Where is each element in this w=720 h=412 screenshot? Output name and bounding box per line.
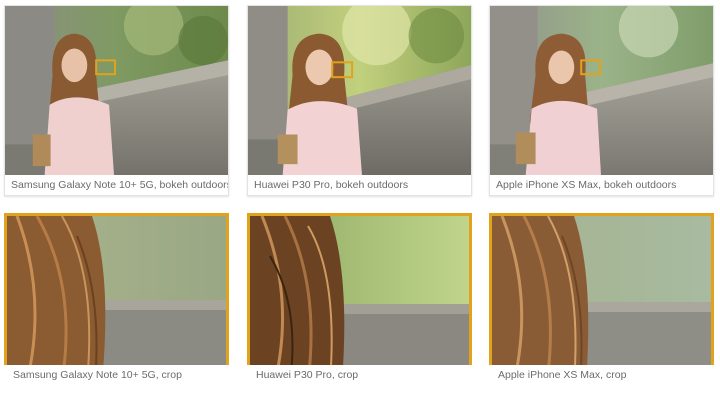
photo-card-iphone-bokeh[interactable]: Apple iPhone XS Max, bokeh outdoors — [489, 5, 714, 196]
photo-caption: Apple iPhone XS Max, bokeh outdoors — [490, 175, 713, 195]
photo-caption: Huawei P30 Pro, crop — [247, 365, 472, 385]
photo-card-huawei-crop[interactable]: Huawei P30 Pro, crop — [247, 213, 472, 385]
photo-comparison-grid: Samsung Galaxy Note 10+ 5G, bokeh outdoo… — [0, 0, 720, 412]
photo-card-samsung-bokeh[interactable]: Samsung Galaxy Note 10+ 5G, bokeh outdoo… — [4, 5, 229, 196]
photo-iphone-bokeh — [490, 6, 713, 175]
photo-huawei-bokeh — [248, 6, 471, 175]
photo-iphone-crop — [492, 216, 711, 382]
photo-caption: Huawei P30 Pro, bokeh outdoors — [248, 175, 471, 195]
photo-huawei-crop — [250, 216, 469, 382]
photo-samsung-crop — [7, 216, 226, 382]
photo-card-huawei-bokeh[interactable]: Huawei P30 Pro, bokeh outdoors — [247, 5, 472, 196]
photo-caption: Samsung Galaxy Note 10+ 5G, bokeh outdoo… — [5, 175, 228, 195]
photo-card-samsung-crop[interactable]: Samsung Galaxy Note 10+ 5G, crop — [4, 213, 229, 385]
photo-caption: Samsung Galaxy Note 10+ 5G, crop — [4, 365, 229, 385]
photo-samsung-bokeh — [5, 6, 228, 175]
photo-caption: Apple iPhone XS Max, crop — [489, 365, 714, 385]
photo-card-iphone-crop[interactable]: Apple iPhone XS Max, crop — [489, 213, 714, 385]
